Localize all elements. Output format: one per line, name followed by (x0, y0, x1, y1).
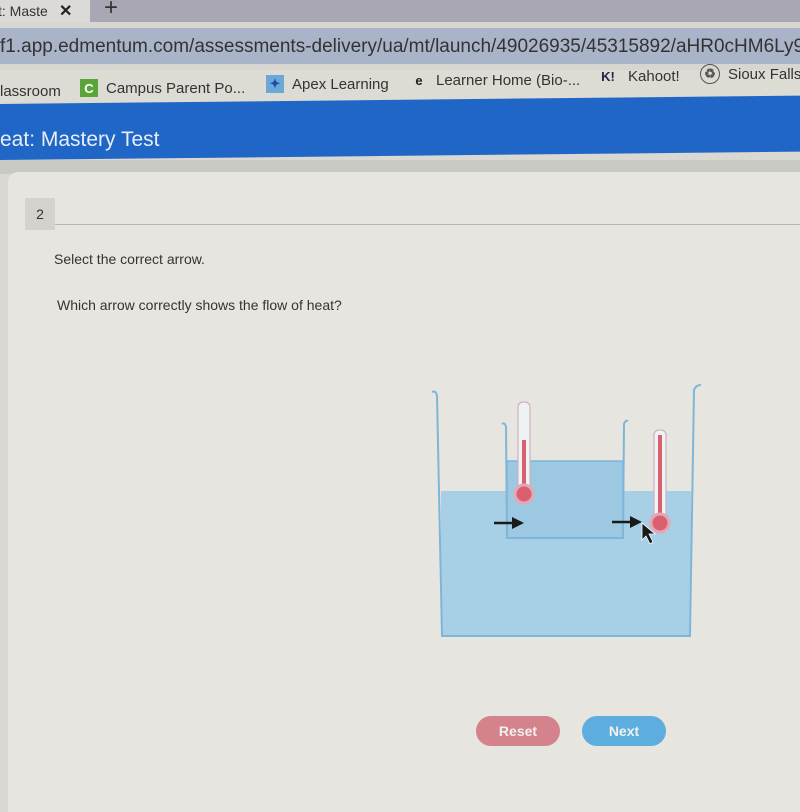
reset-button[interactable]: Reset (476, 716, 560, 746)
bookmark-classroom[interactable]: lassroom (0, 83, 61, 100)
thermometer-outer (649, 429, 671, 534)
bookmark-label: lassroom (0, 83, 61, 100)
bookmark-apex-learning[interactable]: ✦ Apex Learning (266, 75, 389, 93)
url-text[interactable]: f1.app.edmentum.com/assessments-delivery… (0, 36, 800, 58)
bookmark-label: Kahoot! (628, 67, 680, 85)
bookmark-campus-parent[interactable]: C Campus Parent Po... (80, 79, 245, 97)
heat-flow-diagram (431, 384, 702, 637)
bookmark-label: Apex Learning (292, 75, 389, 93)
tab-strip: t: Maste ✕ + (0, 0, 800, 22)
question-divider (55, 224, 800, 225)
page-title: eat: Mastery Test (0, 128, 160, 151)
recycle-icon: ♻ (700, 64, 720, 84)
campus-icon: C (80, 79, 98, 97)
bookmark-label: Sioux Falls (728, 65, 800, 83)
close-icon[interactable]: ✕ (59, 1, 72, 21)
browser-tab[interactable]: t: Maste ✕ (0, 0, 90, 22)
question-prompt: Which arrow correctly shows the flow of … (57, 297, 342, 313)
tab-title: t: Maste (0, 3, 48, 19)
question-instruction: Select the correct arrow. (54, 251, 205, 267)
question-number: 2 (25, 198, 55, 230)
edge-icon: e (415, 72, 423, 88)
apex-icon: ✦ (266, 75, 284, 93)
bookmark-sioux-falls[interactable]: ♻ Sioux Falls (700, 64, 800, 84)
thermometer-inner (513, 401, 535, 505)
kahoot-icon: K! (601, 68, 615, 84)
next-button[interactable]: Next (582, 716, 666, 746)
bookmark-label: Campus Parent Po... (106, 79, 246, 97)
bookmark-label: Learner Home (Bio-... (436, 71, 581, 89)
bookmark-kahoot[interactable]: K! Kahoot! (596, 67, 680, 85)
new-tab-button[interactable]: + (104, 0, 118, 22)
bookmark-learner-home[interactable]: e Learner Home (Bio-... (410, 71, 580, 89)
